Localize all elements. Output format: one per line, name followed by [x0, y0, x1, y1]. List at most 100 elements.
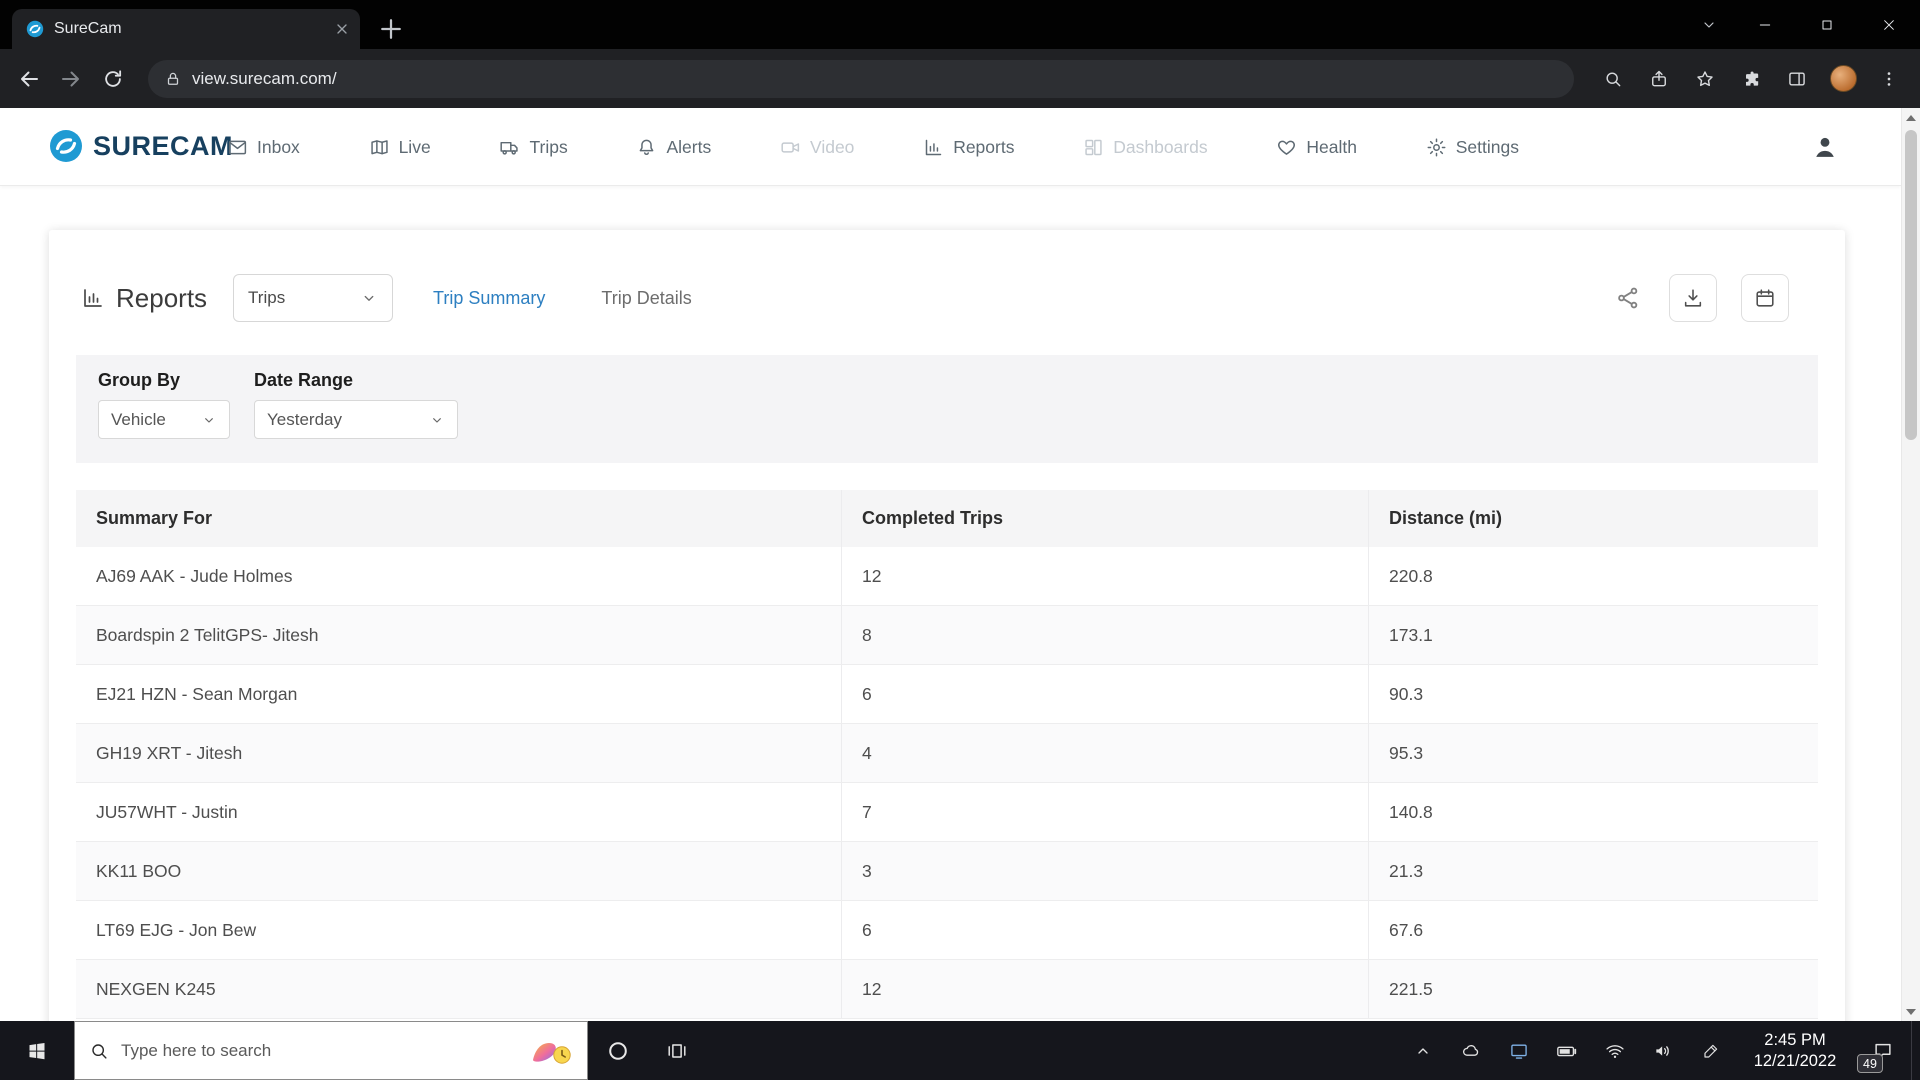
search-input[interactable]	[121, 1040, 515, 1061]
column-header-completed-trips: Completed Trips	[841, 490, 1368, 547]
report-chart-icon	[81, 286, 105, 310]
chevron-down-icon	[201, 412, 217, 428]
nav-item-label: Settings	[1455, 136, 1519, 157]
distance-cell: 220.8	[1368, 547, 1818, 605]
table-row: JU57WHT - Justin 7 140.8	[76, 783, 1818, 842]
summary-for-cell: AJ69 AAK - Jude Holmes	[96, 565, 293, 586]
nav-item-dashboards[interactable]: Dashboards	[1083, 137, 1208, 158]
page-scrollbar[interactable]	[1901, 108, 1920, 1021]
tab-search-chevron-icon[interactable]	[1684, 0, 1734, 49]
cortana-button[interactable]	[588, 1021, 647, 1080]
menu-kebab-icon[interactable]	[1868, 59, 1910, 99]
notification-center-button[interactable]: 49	[1855, 1021, 1911, 1080]
scroll-up-arrow[interactable]	[1902, 109, 1920, 126]
reload-button[interactable]	[92, 58, 134, 100]
nav-item-live[interactable]: Live	[369, 137, 431, 158]
volume-icon[interactable]	[1639, 1021, 1687, 1080]
site-header: SURECAM Inbox Live Trips Alerts Video Reports…	[0, 108, 1901, 186]
search-highlights-icon[interactable]	[527, 1036, 573, 1066]
date-range-value: Yesterday	[267, 409, 342, 429]
table-row: LT69 EJG - Jon Bew 6 67.6	[76, 901, 1818, 960]
url-bar[interactable]: view.surecam.com/	[148, 59, 1574, 98]
bookmark-star-icon[interactable]	[1684, 59, 1726, 99]
extensions-puzzle-icon[interactable]	[1730, 59, 1772, 99]
nav-item-video[interactable]: Video	[780, 137, 854, 158]
share-report-button[interactable]	[1611, 281, 1645, 315]
forward-button[interactable]	[50, 58, 92, 100]
profile-avatar[interactable]	[1822, 59, 1864, 99]
task-view-button[interactable]	[647, 1021, 706, 1080]
tray-chevron-up-icon[interactable]	[1399, 1021, 1447, 1080]
report-type-value: Trips	[248, 288, 286, 307]
completed-trips-cell: 6	[841, 665, 1368, 723]
clock-time: 2:45 PM	[1764, 1030, 1826, 1049]
taskbar-clock[interactable]: 2:45 PM 12/21/2022	[1735, 1021, 1855, 1080]
side-panel-icon[interactable]	[1776, 59, 1818, 99]
distance-cell: 221.5	[1368, 960, 1818, 1018]
report-table-body: AJ69 AAK - Jude Holmes 12 220.8 Boardspin 2…	[76, 547, 1818, 1019]
distance-cell: 173.1	[1368, 606, 1818, 664]
settings-gear-icon	[1426, 137, 1447, 158]
download-report-button[interactable]	[1669, 274, 1717, 322]
onedrive-cloud-icon[interactable]	[1447, 1021, 1495, 1080]
nav-item-reports[interactable]: Reports	[923, 137, 1014, 158]
brand-wordmark: SURECAM	[93, 130, 234, 161]
schedule-calendar-button[interactable]	[1741, 274, 1789, 322]
nav-item-inbox[interactable]: Inbox	[227, 137, 300, 158]
zoom-icon[interactable]	[1592, 59, 1634, 99]
report-type-select[interactable]: Trips	[233, 274, 394, 322]
group-by-select[interactable]: Vehicle	[98, 400, 230, 439]
column-header-distance: Distance (mi)	[1368, 490, 1818, 547]
user-profile-icon[interactable]	[1811, 133, 1839, 161]
wifi-icon[interactable]	[1591, 1021, 1639, 1080]
pen-icon[interactable]	[1687, 1021, 1735, 1080]
show-desktop-button[interactable]	[1911, 1021, 1920, 1080]
battery-icon[interactable]	[1543, 1021, 1591, 1080]
app-window-icon[interactable]	[1495, 1021, 1543, 1080]
summary-for-cell: LT69 EJG - Jon Bew	[96, 919, 257, 940]
nav-item-trips[interactable]: Trips	[499, 136, 568, 158]
report-tab-trip-summary[interactable]: Trip Summary	[433, 288, 545, 309]
scroll-down-arrow[interactable]	[1902, 1003, 1920, 1020]
date-range-select[interactable]: Yesterday	[254, 400, 458, 439]
url-text: view.surecam.com/	[192, 68, 337, 88]
table-row: KK11 BOO 3 21.3	[76, 842, 1818, 901]
primary-nav: Inbox Live Trips Alerts Video Reports Dashboar…	[227, 108, 1519, 186]
share-icon[interactable]	[1638, 59, 1680, 99]
nav-item-label: Reports	[953, 136, 1015, 157]
nav-item-label: Live	[398, 136, 431, 157]
table-row: NEXGEN K245 12 221.5	[76, 960, 1818, 1019]
taskbar-search[interactable]	[74, 1021, 588, 1080]
browser-tab[interactable]: SureCam	[12, 9, 360, 49]
report-tab-trip-details[interactable]: Trip Details	[601, 288, 691, 309]
tab-close-icon[interactable]	[334, 21, 350, 37]
completed-trips-cell: 8	[841, 606, 1368, 664]
new-tab-button[interactable]	[376, 14, 406, 44]
completed-trips-cell: 12	[841, 960, 1368, 1018]
filter-bar: Group By Vehicle Date Range Yesterday	[76, 355, 1818, 463]
surecam-logo[interactable]: SURECAM	[49, 129, 233, 163]
maximize-button[interactable]	[1796, 0, 1858, 49]
start-button[interactable]	[0, 1021, 74, 1080]
summary-for-cell: NEXGEN K245	[96, 978, 216, 999]
nav-item-label: Trips	[529, 136, 568, 157]
distance-cell: 90.3	[1368, 665, 1818, 723]
column-header-summary-for: Summary For	[96, 508, 213, 528]
close-button[interactable]	[1858, 0, 1920, 49]
clock-date: 12/21/2022	[1753, 1051, 1837, 1070]
back-button[interactable]	[8, 58, 50, 100]
alerts-bell-icon	[636, 137, 657, 158]
nav-item-health[interactable]: Health	[1276, 137, 1357, 158]
dashboards-grid-icon	[1083, 137, 1104, 158]
scrollbar-thumb[interactable]	[1905, 130, 1917, 440]
nav-item-settings[interactable]: Settings	[1426, 137, 1519, 158]
report-title: Reports	[81, 283, 207, 314]
minimize-button[interactable]	[1734, 0, 1796, 49]
inbox-icon	[227, 137, 248, 158]
summary-for-cell: JU57WHT - Justin	[96, 801, 238, 822]
nav-item-alerts[interactable]: Alerts	[636, 137, 711, 158]
completed-trips-cell: 4	[841, 724, 1368, 782]
tab-title: SureCam	[54, 20, 122, 37]
chevron-down-icon	[429, 412, 445, 428]
table-header: Summary For Completed Trips Distance (mi…	[76, 490, 1818, 547]
